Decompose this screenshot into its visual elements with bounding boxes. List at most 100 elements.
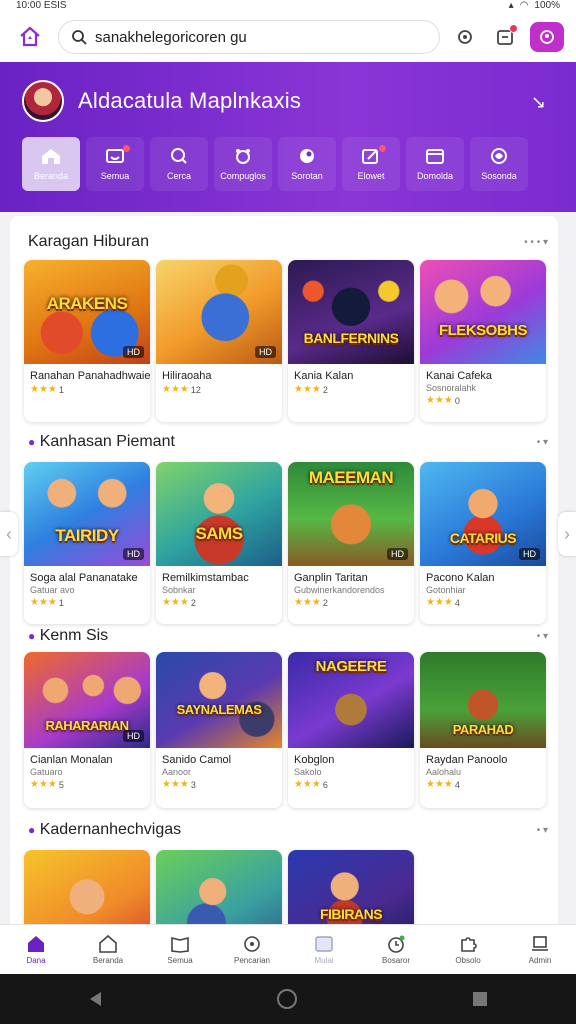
game-thumbnail: NAGEERE [288,652,414,748]
star-icon: ★★★ [162,384,189,395]
notification-badge [509,24,518,33]
category-cerca[interactable]: Cerca [150,137,208,191]
globe-icon [491,148,507,164]
section-title: ● Kenm Sis [28,627,109,644]
game-thumbnail: ARAKENS HD [24,260,150,364]
game-card[interactable]: PARAHAD Raydan Panoolo Aalohalu ★★★ 4 [420,652,546,808]
category-bar: Beranda Semua Cerca Compuglos Sorotan El… [22,137,528,191]
battery-level: 100% [534,0,560,11]
game-card[interactable]: ARAKENS HD Ranahan Panahadhwaie ★★★ 1 [24,260,150,422]
grid-icon [315,935,333,952]
home-button[interactable] [12,19,48,55]
game-card[interactable]: TAIRIDY HD Soga alal Pananatake Gatuar a… [24,462,150,624]
home-circle-icon[interactable] [276,988,298,1010]
star-icon: ★★★ [162,597,189,608]
home-icon [28,935,44,952]
category-sosonda[interactable]: Sosonda [470,137,528,191]
star-icon: ★★★ [30,384,57,395]
section-more-button[interactable]: • • • ▾ [524,237,548,248]
admin-icon [532,935,548,951]
back-icon[interactable] [87,990,103,1008]
recents-icon[interactable] [471,990,489,1008]
game-thumbnail: SAYNALEMAS [156,652,282,748]
nav-dana[interactable]: Dana [4,935,68,965]
star-icon: ★★★ [426,395,453,406]
section-more-button[interactable]: • ▾ [537,631,548,642]
calendar-icon [426,149,444,164]
content-panel: Karagan Hiburan • • • ▾ ARAKENS HD Ranah… [10,216,558,936]
category-badge [123,145,130,152]
book-icon [171,936,189,953]
top-bar [0,12,576,62]
notifications-button[interactable] [490,22,520,52]
category-sorotan[interactable]: Sorotan [278,137,336,191]
game-card[interactable]: SAYNALEMAS Sanido Camol Aanoor ★★★ 3 [156,652,282,808]
game-card[interactable]: NAGEERE Kobglon Sakolo ★★★ 6 [288,652,414,808]
status-time: 10:00 ESIS [16,0,67,11]
star-icon: ★★★ [426,779,453,790]
section-title: Karagan Hiburan [28,233,149,250]
search-icon [171,148,187,164]
game-thumbnail: TAIRIDY HD [24,462,150,566]
people-icon: ● [28,823,36,837]
search-bar[interactable] [58,20,440,54]
star-icon: ★★★ [294,597,321,608]
game-thumbnail: RAHARARIAN HD [24,652,150,748]
game-card[interactable]: MAEEMAN HD Ganplin Taritan Gubwinerkando… [288,462,414,624]
gear-icon [458,30,472,44]
section-karagan-hiburan: Karagan Hiburan • • • ▾ ARAKENS HD Ranah… [10,228,558,422]
game-card[interactable]: BANLFERNINS Kania Kalan ★★★ 2 [288,260,414,422]
nav-beranda[interactable]: Beranda [76,934,140,965]
status-right: ▴ ◠ 100% [509,0,560,12]
carousel-prev-button[interactable]: ‹ [0,512,18,556]
bottom-navigation: Dana Beranda Semua Pencarian Mulai Bosar… [0,924,576,974]
nav-pencarian[interactable]: Pencarian [220,935,284,965]
brand-avatar[interactable] [22,80,64,122]
nav-bosaror[interactable]: Bosaror [364,935,428,965]
game-card[interactable]: FLEKSOBHS Kanai Cafeka Sosnoralahk ★★★ 0 [420,260,546,422]
card-row: TAIRIDY HD Soga alal Pananatake Gatuar a… [10,462,558,624]
nav-mulai[interactable]: Mulai [292,935,356,965]
star-icon: ★★★ [30,597,57,608]
section-header: ● Kenm Sis • ▾ [10,622,558,650]
category-elowet[interactable]: Elowet [342,137,400,191]
search-icon [72,30,87,45]
game-card[interactable]: SAMS Remilkimstambac Sobnkar ★★★ 2 [156,462,282,624]
search-input[interactable] [95,28,427,46]
nav-obsolo[interactable]: Obsolo [436,935,500,965]
star-icon: ★★★ [30,779,57,790]
page-title: Aldacatula Maplnkaxis [78,88,302,113]
game-card[interactable]: CATARIUS HD Pacono Kalan Gotonhiar ★★★ 4 [420,462,546,624]
people-icon: ● [28,629,36,643]
gamepad-icon [236,149,250,164]
section-title: ● Kadernanhechvigas [28,821,182,838]
clock-icon [388,935,405,953]
category-domolda[interactable]: Domolda [406,137,464,191]
section-more-button[interactable]: • ▾ [537,437,548,448]
app-root: 10:00 ESIS ▴ ◠ 100% Aldacatula Mapl [0,0,576,1024]
section-kanhasan-piemant: ● Kanhasan Piemant • ▾ TAIRIDY HD Soga a… [10,428,558,624]
profile-button[interactable] [530,22,564,52]
game-thumbnail: FLEKSOBHS [420,260,546,364]
game-card[interactable]: RAHARARIAN HD Cianlan Monalan Gatuaro ★★… [24,652,150,808]
section-more-button[interactable]: • ▾ [537,825,548,836]
nav-semua[interactable]: Semua [148,935,212,965]
nav-admin[interactable]: Admin [508,935,572,965]
category-beranda[interactable]: Beranda [22,137,80,191]
carousel-next-button[interactable]: › [558,512,576,556]
game-thumbnail: PARAHAD [420,652,546,748]
section-kenm-sis: ● Kenm Sis • ▾ RAHARARIAN HD Cianlan Mon… [10,622,558,808]
collapse-button[interactable]: ↘ [531,92,546,113]
game-thumbnail: MAEEMAN HD [288,462,414,566]
chevron-right-icon: › [564,523,570,544]
chat-search-icon [244,935,260,952]
category-compuglos[interactable]: Compuglos [214,137,272,191]
game-thumbnail: CATARIUS HD [420,462,546,566]
home-icon [42,149,60,164]
profile-icon [540,30,554,44]
brand: Aldacatula Maplnkaxis [22,80,301,122]
settings-button[interactable] [450,22,480,52]
game-card[interactable]: HD Hiliraoaha ★★★ 12 [156,260,282,422]
category-semua[interactable]: Semua [86,137,144,191]
star-icon: ★★★ [426,597,453,608]
